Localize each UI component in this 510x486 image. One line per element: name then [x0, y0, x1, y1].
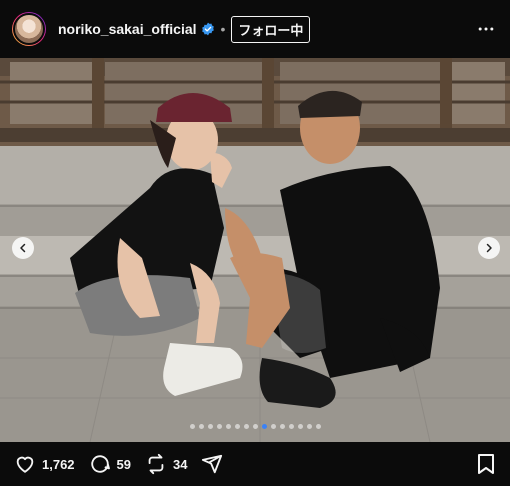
- carousel-dot: [306, 424, 312, 429]
- carousel-dot: [261, 424, 267, 429]
- chevron-left-icon: [20, 243, 26, 253]
- post-header: noriko_sakai_official • フォロー中: [0, 0, 510, 58]
- following-button[interactable]: フォロー中: [231, 15, 311, 43]
- heart-icon[interactable]: [14, 453, 36, 475]
- repost-count[interactable]: 34: [173, 457, 187, 472]
- comment-count[interactable]: 59: [117, 457, 131, 472]
- next-photo-button[interactable]: [478, 237, 500, 259]
- photo-illustration: [0, 58, 510, 442]
- carousel-dot: [225, 424, 231, 429]
- repost-action[interactable]: 34: [145, 453, 187, 475]
- separator-dot: •: [220, 21, 226, 37]
- send-icon[interactable]: [201, 453, 223, 475]
- verified-badge-icon: [201, 22, 214, 36]
- previous-photo-button[interactable]: [12, 237, 34, 259]
- carousel-dot: [243, 424, 249, 429]
- post-photo[interactable]: [0, 58, 510, 442]
- carousel-dot: [288, 424, 294, 429]
- like-action[interactable]: 1,762: [14, 453, 75, 475]
- carousel-dot: [198, 424, 204, 429]
- comment-action[interactable]: 59: [89, 453, 131, 475]
- comment-icon[interactable]: [89, 453, 111, 475]
- carousel-dots: [0, 424, 510, 429]
- carousel-dot: [234, 424, 240, 429]
- carousel-dot: [207, 424, 213, 429]
- avatar-image: [13, 13, 45, 45]
- carousel-dot: [297, 424, 303, 429]
- more-horizontal-icon[interactable]: [476, 19, 496, 39]
- share-action[interactable]: [201, 453, 223, 475]
- carousel-dot: [216, 424, 222, 429]
- repost-icon[interactable]: [145, 453, 167, 475]
- like-count[interactable]: 1,762: [42, 457, 75, 472]
- avatar[interactable]: [12, 12, 46, 46]
- chevron-right-icon: [486, 243, 492, 253]
- username-link[interactable]: noriko_sakai_official: [58, 21, 197, 37]
- carousel-dot: [189, 424, 195, 429]
- action-bar: 1,762 59 34: [0, 442, 510, 486]
- carousel-dot: [252, 424, 258, 429]
- carousel-dot: [315, 424, 321, 429]
- bookmark-icon[interactable]: [476, 453, 496, 475]
- carousel-dot: [270, 424, 276, 429]
- carousel-dot: [279, 424, 285, 429]
